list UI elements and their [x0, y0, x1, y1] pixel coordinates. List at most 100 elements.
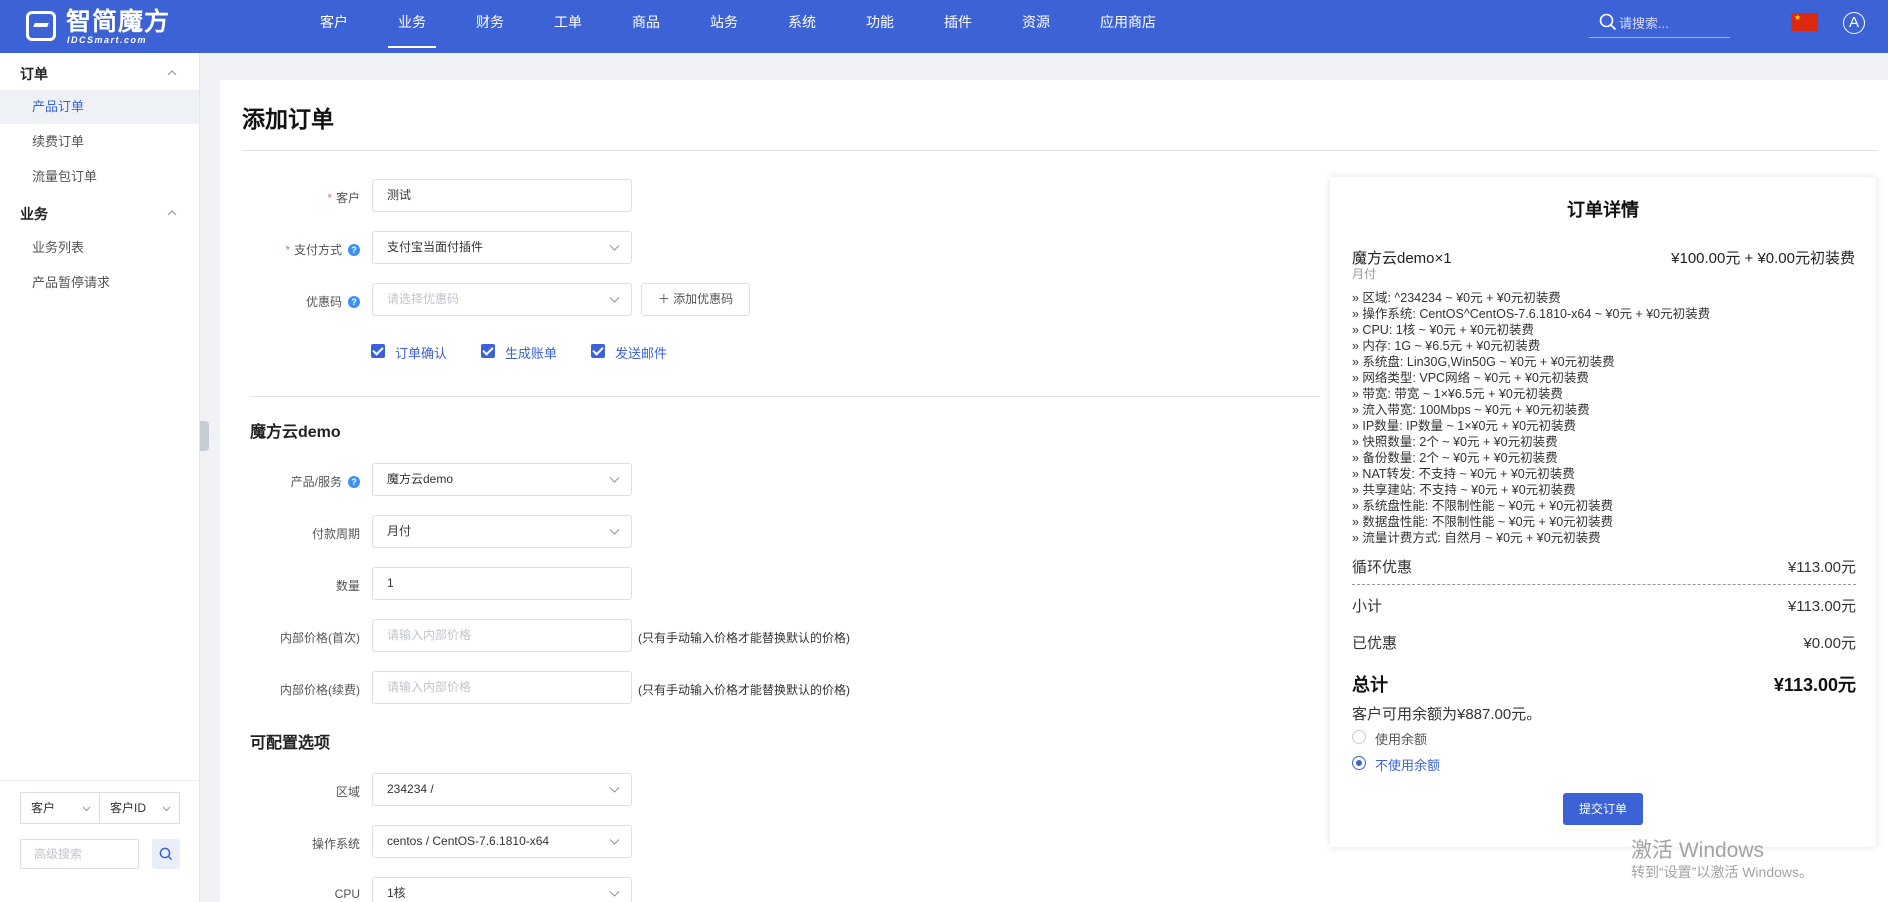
sidebar-item-renewal-orders[interactable]: 续费订单: [0, 125, 199, 159]
sidebar-item-business-list[interactable]: 业务列表: [0, 231, 199, 265]
global-search: [1589, 10, 1730, 38]
region-select[interactable]: 234234 /: [372, 773, 632, 806]
sidebar-item-product-orders[interactable]: 产品订单: [0, 90, 199, 124]
os-select[interactable]: centos / CentOS-7.6.1810-x64: [372, 825, 632, 858]
sidebar: 订单 产品订单 续费订单 流量包订单 业务 业务列表 产品暂停请求 客户 客户I…: [0, 53, 200, 902]
logo-icon: [26, 11, 56, 41]
sidebar-item-traffic-orders[interactable]: 流量包订单: [0, 160, 199, 194]
search-input[interactable]: [1619, 14, 1727, 32]
order-confirm-checkbox[interactable]: [371, 344, 385, 358]
cpu-select[interactable]: 1核: [372, 877, 632, 902]
china-flag-icon[interactable]: ★: [1791, 13, 1818, 31]
config-option-line: » 操作系统: CentOS^CentOS-7.6.1810-x64 ~ ¥0元…: [1352, 307, 1711, 321]
payment-method-value: 支付宝当面付插件: [387, 240, 484, 254]
filter-field-select[interactable]: 客户ID: [99, 792, 180, 824]
generate-invoice-checkbox[interactable]: [481, 344, 495, 358]
nav-system[interactable]: 系统: [788, 12, 816, 32]
windows-activation-watermark: 激活 Windows: [1631, 839, 1765, 862]
nav-resources[interactable]: 资源: [1022, 12, 1050, 32]
search-icon[interactable]: [1599, 13, 1617, 31]
required-mark: *: [327, 191, 332, 205]
nav-products[interactable]: 商品: [632, 12, 660, 32]
total-row: 总计 ¥113.00元: [1352, 671, 1856, 697]
os-value: centos / CentOS-7.6.1810-x64: [387, 834, 550, 848]
product-select[interactable]: 魔方云demo: [372, 463, 632, 496]
use-balance-radio[interactable]: [1352, 730, 1366, 744]
available-balance: 客户可用余额为¥887.00元。: [1352, 706, 1542, 723]
sidebar-search-button[interactable]: [152, 839, 180, 869]
internal-price-first-input[interactable]: 请输入内部价格: [372, 619, 632, 652]
help-icon[interactable]: ?: [348, 476, 360, 488]
filter-type-select[interactable]: 客户: [20, 792, 100, 824]
required-mark: *: [285, 243, 290, 257]
nav-finance[interactable]: 财务: [476, 12, 504, 32]
order-confirm-label[interactable]: 订单确认: [395, 343, 447, 362]
recurring-discount-label: 循环优惠: [1352, 559, 1413, 576]
config-option-line: » 区域: ^234234 ~ ¥0元 + ¥0元初装费: [1352, 291, 1561, 305]
cpu-label: CPU: [334, 887, 360, 901]
no-balance-radio[interactable]: [1352, 756, 1366, 770]
sidebar-filter: 客户 客户ID: [0, 780, 199, 902]
product-section-title: 魔方云demo: [250, 424, 341, 441]
chevron-up-icon[interactable]: [167, 208, 177, 218]
sidebar-group-orders[interactable]: 订单: [20, 64, 48, 84]
nav-customers[interactable]: 客户: [320, 12, 348, 32]
chevron-up-icon[interactable]: [167, 68, 177, 78]
customer-field[interactable]: 测试: [372, 179, 632, 212]
nav-features[interactable]: 功能: [866, 12, 894, 32]
chevron-down-icon: [82, 806, 91, 812]
coupon-select[interactable]: 请选择优惠码: [372, 283, 632, 316]
quantity-input[interactable]: 1: [372, 567, 632, 600]
nav-plugins[interactable]: 插件: [944, 12, 972, 32]
top-bar: 智简魔方 IDCSmart.com 客户 业务 财务 工单 商品 站务 系统 功…: [0, 0, 1888, 53]
discounted-label: 已优惠: [1352, 635, 1398, 652]
recurring-discount-row: 循环优惠 ¥113.00元: [1352, 556, 1856, 577]
sidebar-item-suspend-requests[interactable]: 产品暂停请求: [0, 266, 199, 300]
coupon-placeholder: 请选择优惠码: [387, 292, 460, 306]
page-title: 添加订单: [242, 106, 334, 132]
nav-business[interactable]: 业务: [388, 12, 436, 48]
send-email-label[interactable]: 发送邮件: [615, 343, 667, 362]
add-coupon-button[interactable]: ＋ 添加优惠码: [641, 283, 750, 316]
user-avatar[interactable]: A: [1843, 12, 1865, 34]
chevron-down-icon: [609, 477, 620, 483]
add-coupon-label: 添加优惠码: [673, 292, 734, 306]
billing-cycle-select[interactable]: 月付: [372, 515, 632, 548]
nav-tickets[interactable]: 工单: [554, 12, 582, 32]
sidebar-collapse-handle[interactable]: [200, 421, 209, 451]
order-details-panel: 订单详情 魔方云demo×1 月付 ¥100.00元 + ¥0.00元初装费 »…: [1330, 177, 1876, 847]
nav-site[interactable]: 站务: [710, 12, 738, 32]
config-option-line: » 流量计费方式: 自然月 ~ ¥0元 + ¥0元初装费: [1352, 531, 1601, 545]
nav-app-store[interactable]: 应用商店: [1100, 12, 1156, 32]
config-option-line: » CPU: 1核 ~ ¥0元 + ¥0元初装费: [1352, 323, 1535, 337]
dashed-divider: [1352, 584, 1856, 585]
chevron-down-icon: [609, 787, 620, 793]
no-balance-label[interactable]: 不使用余额: [1375, 755, 1440, 774]
config-option-line: » 带宽: 带宽 ~ 1×¥6.5元 + ¥0元初装费: [1352, 387, 1563, 401]
config-option-line: » 网络类型: VPC网络 ~ ¥0元 + ¥0元初装费: [1352, 371, 1589, 385]
discounted-row: 已优惠 ¥0.00元: [1352, 632, 1856, 653]
use-balance-label[interactable]: 使用余额: [1375, 729, 1427, 748]
region-value: 234234 /: [387, 782, 434, 796]
cycle-label: 付款周期: [311, 527, 360, 541]
help-icon[interactable]: ?: [348, 244, 360, 256]
filter-field-value: 客户ID: [110, 801, 147, 815]
brand-logo[interactable]: 智简魔方 IDCSmart.com: [26, 9, 201, 45]
generate-invoice-label[interactable]: 生成账单: [505, 343, 557, 362]
subtotal-value: ¥113.00元: [1787, 598, 1856, 615]
chevron-down-icon: [609, 297, 620, 303]
payment-method-select[interactable]: 支付宝当面付插件: [372, 231, 632, 264]
submit-order-button[interactable]: 提交订单: [1563, 793, 1643, 825]
customer-label: * 客户: [220, 189, 360, 206]
send-email-checkbox[interactable]: [591, 344, 605, 358]
os-label: 操作系统: [311, 837, 360, 851]
help-icon[interactable]: ?: [348, 296, 360, 308]
internal-price-first-label: 内部价格(首次): [280, 631, 360, 645]
internal-price-renew-input[interactable]: 请输入内部价格: [372, 671, 632, 704]
config-section-title: 可配置选项: [250, 735, 331, 752]
config-option-line: » 备份数量: 2个 ~ ¥0元 + ¥0元初装费: [1352, 451, 1558, 465]
brand-name: 智简魔方: [66, 8, 171, 36]
product-value: 魔方云demo: [387, 472, 454, 486]
advanced-search-input[interactable]: [20, 839, 139, 869]
sidebar-group-business[interactable]: 业务: [20, 204, 48, 224]
